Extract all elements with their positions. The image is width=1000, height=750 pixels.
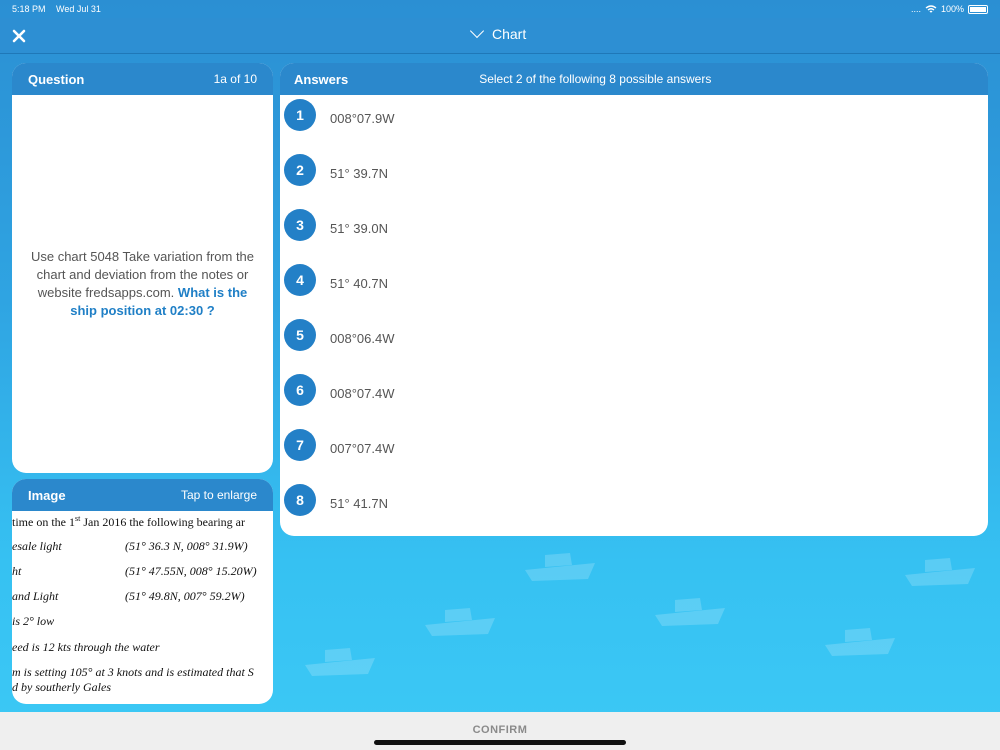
answer-text: 51° 39.0N xyxy=(330,220,388,236)
image-line: ht xyxy=(12,564,22,578)
ship-background-icon xyxy=(655,598,725,626)
answer-number: 7 xyxy=(284,429,316,461)
ship-background-icon xyxy=(525,553,595,581)
question-counter: 1a of 10 xyxy=(213,72,257,86)
image-line: eed is 12 kts through the water xyxy=(12,640,160,654)
answer-option-1[interactable]: 1 008°07.9W xyxy=(284,97,964,133)
image-coord: (51° 47.55N, 008° 15.20W) xyxy=(125,564,257,578)
confirm-button[interactable]: CONFIRM xyxy=(0,724,1000,736)
ship-background-icon xyxy=(825,628,895,656)
image-preview[interactable]: time on the 1st Jan 2016 the following b… xyxy=(12,511,273,704)
image-line: d by southerly Gales xyxy=(12,680,111,694)
wifi-icon xyxy=(925,4,937,13)
signal-dots: .... xyxy=(910,4,921,14)
chevron-down-icon xyxy=(469,23,485,39)
answer-text: 51° 39.7N xyxy=(330,165,388,181)
answer-option-4[interactable]: 4 51° 40.7N xyxy=(284,262,964,298)
answers-title: Answers xyxy=(294,71,349,87)
image-line: m is setting 105° at 3 knots and is esti… xyxy=(12,665,254,679)
image-header: Image Tap to enlarge xyxy=(12,479,273,511)
status-date: Wed Jul 31 xyxy=(56,4,101,14)
image-coord: (51° 36.3 N, 008° 31.9W) xyxy=(125,539,248,553)
image-line: is 2° low xyxy=(12,614,55,628)
answer-text: 51° 41.7N xyxy=(330,495,388,511)
bottom-bar: CONFIRM xyxy=(0,712,1000,750)
battery-icon xyxy=(968,4,988,14)
answer-option-2[interactable]: 2 51° 39.7N xyxy=(284,152,964,188)
question-title: Question xyxy=(28,71,85,87)
question-header: Question 1a of 10 xyxy=(12,63,273,95)
answer-number: 4 xyxy=(284,264,316,296)
answer-option-7[interactable]: 7 007°07.4W xyxy=(284,427,964,463)
battery-percent: 100% xyxy=(940,4,964,14)
answer-number: 1 xyxy=(284,99,316,131)
image-title: Image xyxy=(28,487,66,503)
status-time: 5:18 PM xyxy=(12,4,46,14)
answer-text: 008°07.4W xyxy=(330,385,395,401)
answer-number: 3 xyxy=(284,209,316,241)
answer-option-3[interactable]: 3 51° 39.0N xyxy=(284,207,964,243)
answer-number: 2 xyxy=(284,154,316,186)
answer-text: 008°07.9W xyxy=(330,110,395,126)
close-button[interactable] xyxy=(12,25,30,45)
close-icon xyxy=(12,29,26,43)
image-line: time on the 1st Jan 2016 the following b… xyxy=(12,514,245,529)
answer-number: 6 xyxy=(284,374,316,406)
nav-bar: Chart xyxy=(0,18,1000,54)
answer-text: 008°06.4W xyxy=(330,330,395,346)
image-card[interactable]: Image Tap to enlarge time on the 1st Jan… xyxy=(12,479,273,704)
question-text: Use chart 5048 Take variation from the c… xyxy=(12,95,273,473)
answer-option-8[interactable]: 8 51° 41.7N xyxy=(284,482,964,518)
image-coord: (51° 49.8N, 007° 59.2W) xyxy=(125,589,245,603)
question-card: Question 1a of 10 Use chart 5048 Take va… xyxy=(12,63,273,473)
answers-header: Answers Select 2 of the following 8 poss… xyxy=(280,63,988,95)
answer-text: 51° 40.7N xyxy=(330,275,388,291)
answers-card: Answers Select 2 of the following 8 poss… xyxy=(280,63,988,536)
home-indicator[interactable] xyxy=(374,740,626,745)
answers-instruction: Select 2 of the following 8 possible ans… xyxy=(479,72,712,86)
status-bar: 5:18 PM Wed Jul 31 .... 100% xyxy=(0,0,1000,18)
nav-title: Chart xyxy=(492,26,527,42)
image-line: esale light xyxy=(12,539,62,553)
answer-number: 8 xyxy=(284,484,316,516)
ship-background-icon xyxy=(425,608,495,636)
ship-background-icon xyxy=(905,558,975,586)
ship-background-icon xyxy=(305,648,375,676)
answer-option-5[interactable]: 5 008°06.4W xyxy=(284,317,964,353)
tap-to-enlarge-button[interactable]: Tap to enlarge xyxy=(181,488,257,502)
answer-number: 5 xyxy=(284,319,316,351)
answer-option-6[interactable]: 6 008°07.4W xyxy=(284,372,964,408)
chart-toggle-button[interactable]: Chart xyxy=(469,23,527,42)
image-line: and Light xyxy=(12,589,59,603)
answer-text: 007°07.4W xyxy=(330,440,395,456)
